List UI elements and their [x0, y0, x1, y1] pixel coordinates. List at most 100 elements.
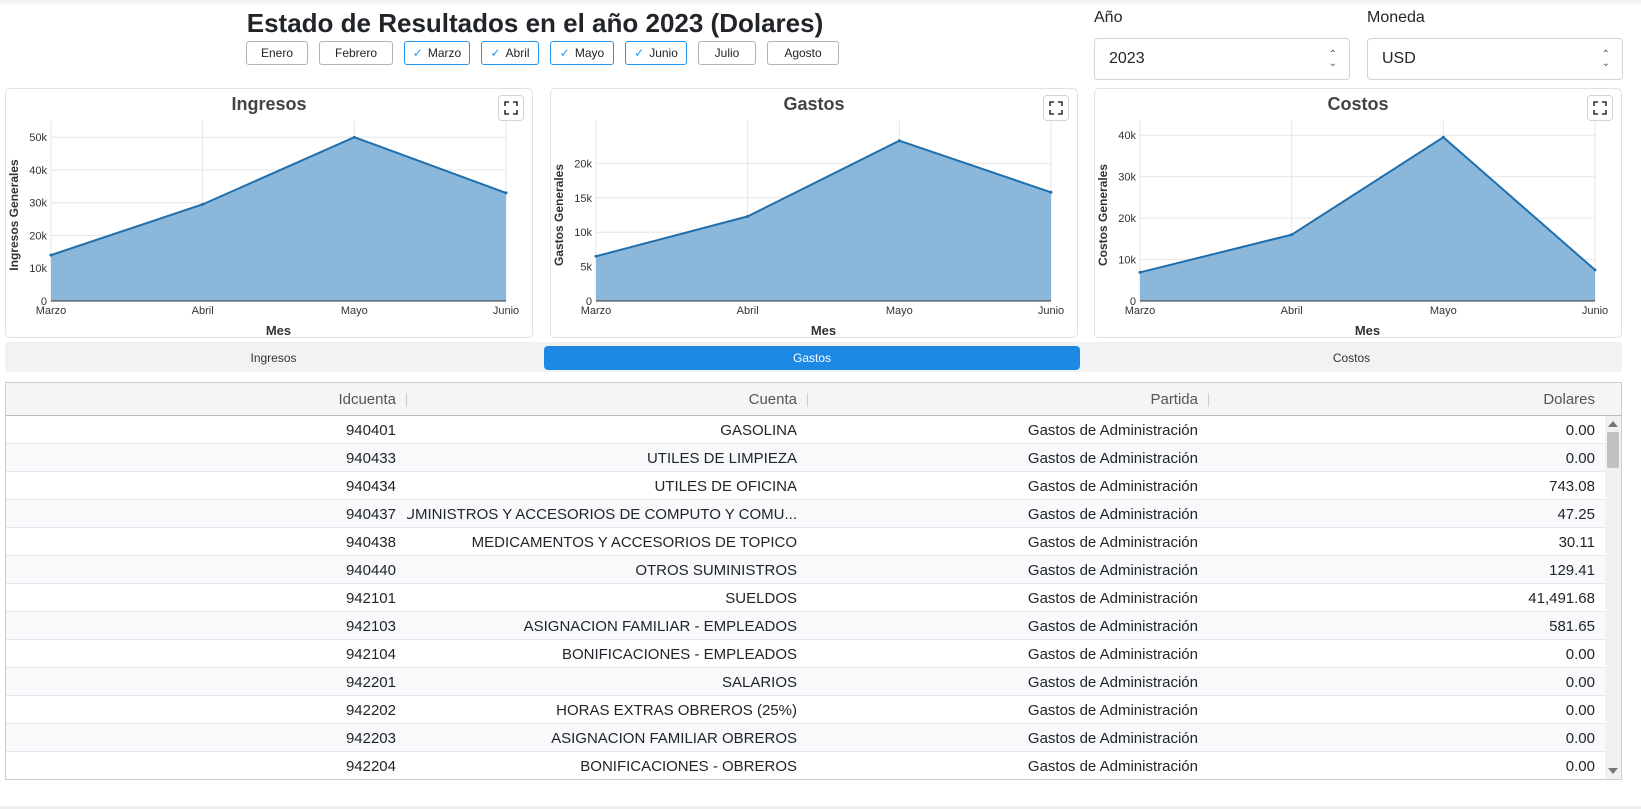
- table-row[interactable]: 942101 SUELDOS Gastos de Administración 41,…: [6, 584, 1606, 612]
- cell-partida: Gastos de Administración: [1027, 449, 1198, 467]
- cell-dolares: 581.65: [1549, 617, 1595, 635]
- grid-header: Idcuenta Cuenta Partida Dolares: [6, 383, 1621, 416]
- data-point: [1593, 268, 1597, 272]
- y-tick-label: 10k: [574, 227, 592, 239]
- cell-idcuenta: 940434: [345, 477, 396, 495]
- table-row[interactable]: 942204 BONIFICACIONES - OBREROS Gastos de …: [6, 752, 1606, 779]
- cell-partida: Gastos de Administración: [1027, 673, 1198, 691]
- tab-gastos[interactable]: Gastos: [544, 346, 1080, 370]
- x-tick-label: Marzo: [581, 305, 612, 317]
- month-toggle-junio[interactable]: ✓ Junio: [625, 41, 687, 65]
- cell-dolares: 743.08: [1549, 477, 1595, 495]
- table-row[interactable]: 942201 SALARIOS Gastos de Administración 0.…: [6, 668, 1606, 696]
- y-axis-title: Gastos Generales: [552, 164, 566, 266]
- cell-partida: Gastos de Administración: [1027, 505, 1198, 523]
- column-header-cuenta[interactable]: Cuenta: [407, 383, 807, 416]
- cell-cuenta: HORAS EXTRAS OBREROS (25%): [556, 701, 797, 719]
- month-toggle-febrero[interactable]: Febrero: [319, 41, 393, 65]
- table-row[interactable]: 940433 UTILES DE LIMPIEZA Gastos de Admini…: [6, 444, 1606, 472]
- y-tick-label: 40k: [1118, 130, 1136, 142]
- month-label: Agosto: [784, 46, 822, 60]
- month-label: Julio: [714, 46, 740, 60]
- table-row[interactable]: 942202 HORAS EXTRAS OBREROS (25%) Gastos d…: [6, 696, 1606, 724]
- column-header-dolares[interactable]: Dolares: [1209, 383, 1605, 416]
- x-tick-label: Abril: [192, 305, 214, 317]
- month-toggle-julio[interactable]: Julio: [698, 41, 756, 65]
- area-fill: [51, 137, 506, 301]
- cell-partida: Gastos de Administración: [1027, 533, 1198, 551]
- vertical-scrollbar[interactable]: [1605, 416, 1621, 779]
- x-tick-label: Abril: [1281, 305, 1303, 317]
- table-row[interactable]: 940438 MEDICAMENTOS Y ACCESORIOS DE TOPIC…: [6, 528, 1606, 556]
- tab-costos[interactable]: Costos: [1083, 346, 1620, 370]
- cell-idcuenta: 942201: [345, 673, 396, 691]
- y-tick-label: 50k: [29, 132, 47, 144]
- x-tick-label: Junio: [493, 305, 519, 317]
- table-row[interactable]: 942104 BONIFICACIONES - EMPLEADOS Gastos d…: [6, 640, 1606, 668]
- month-label: Abril: [505, 46, 530, 60]
- year-select[interactable]: 2023 ⌃ ⌄: [1094, 38, 1350, 80]
- table-row[interactable]: 940440 OTROS SUMINISTROS Gastos de Adminis…: [6, 556, 1606, 584]
- cell-partida: Gastos de Administración: [1027, 477, 1198, 495]
- cell-partida: Gastos de Administración: [1027, 589, 1198, 607]
- x-tick-label: Junio: [1582, 305, 1608, 317]
- data-point: [201, 202, 205, 206]
- month-label: Marzo: [427, 46, 462, 60]
- year-value: 2023: [1109, 50, 1145, 67]
- data-grid: Idcuenta Cuenta Partida Dolares 940401 GA…: [5, 382, 1622, 780]
- scroll-down-icon[interactable]: [1608, 768, 1618, 774]
- y-tick-label: 20k: [29, 230, 47, 242]
- chart-gastos: 05k10k15k20kMarzo Abril Mayo JunioMesGastos…: [552, 121, 1064, 338]
- month-toggle-marzo[interactable]: ✓ Marzo: [404, 41, 470, 65]
- table-row[interactable]: 942203 ASIGNACION FAMILIAR OBREROS Gastos …: [6, 724, 1606, 752]
- x-tick-label: Marzo: [1125, 305, 1156, 317]
- y-tick-label: 5k: [580, 262, 592, 274]
- data-point: [1441, 135, 1445, 139]
- cell-dolares: 0.00: [1565, 421, 1595, 439]
- data-point: [504, 191, 508, 195]
- table-row[interactable]: 942103 ASIGNACION FAMILIAR - EMPLEADOS Gas…: [6, 612, 1606, 640]
- scroll-up-icon[interactable]: [1608, 421, 1618, 427]
- y-tick-label: 20k: [574, 158, 592, 170]
- select-arrows-icon: ⌃ ⌄: [1601, 49, 1610, 69]
- cell-cuenta: ASIGNACION FAMILIAR OBREROS: [551, 729, 797, 747]
- cell-partida: Gastos de Administración: [1027, 645, 1198, 663]
- cell-cuenta: ASIGNACION FAMILIAR - EMPLEADOS: [523, 617, 797, 635]
- table-row[interactable]: 940401 GASOLINA Gastos de Administración 0.…: [6, 416, 1606, 444]
- table-row[interactable]: 940434 UTILES DE OFICINA Gastos de Adminis…: [6, 472, 1606, 500]
- chart-card-costos: Costos 0 10k 20k 30k 40k Marzo Abril Mayo Junio M…: [1094, 88, 1622, 338]
- month-label: Febrero: [334, 46, 378, 60]
- cell-dolares: 30.11: [1558, 533, 1595, 551]
- cell-dolares: 0.00: [1565, 729, 1595, 747]
- year-label: Año: [1094, 9, 1123, 26]
- check-icon: ✓: [490, 46, 501, 60]
- y-tick-label: 30k: [29, 198, 47, 210]
- cell-cuenta: OTROS SUMINISTROS: [635, 561, 797, 579]
- cell-cuenta: SUELDOS: [725, 589, 797, 607]
- table-row[interactable]: 940437 SUMINISTROS Y ACCESORIOS DE COMPUT…: [6, 500, 1606, 528]
- cell-partida: Gastos de Administración: [1027, 757, 1198, 775]
- column-header-partida[interactable]: Partida: [808, 383, 1208, 416]
- cell-partida: Gastos de Administración: [1027, 617, 1198, 635]
- x-tick-label: Marzo: [36, 305, 67, 317]
- month-label: Junio: [649, 46, 678, 60]
- month-label: Enero: [260, 46, 294, 60]
- check-icon: ✓: [412, 46, 423, 60]
- data-point: [1138, 270, 1142, 274]
- cell-idcuenta: 940438: [345, 533, 396, 551]
- month-filter: Enero Febrero ✓ Marzo ✓ Abril ✓ Mayo ✓ Junio Julio…: [246, 41, 850, 65]
- cell-cuenta: GASOLINA: [720, 421, 797, 439]
- tab-ingresos[interactable]: Ingresos: [5, 346, 542, 370]
- x-axis-title: Mes: [811, 323, 836, 338]
- cell-idcuenta: 940440: [345, 561, 396, 579]
- currency-select[interactable]: USD ⌃ ⌄: [1367, 38, 1623, 80]
- month-toggle-agosto[interactable]: Agosto: [767, 41, 839, 65]
- month-toggle-mayo[interactable]: ✓ Mayo: [550, 41, 614, 65]
- column-header-idcuenta[interactable]: Idcuenta: [6, 383, 406, 416]
- data-point: [49, 253, 53, 257]
- area-fill: [596, 140, 1051, 301]
- cell-idcuenta: 940401: [345, 421, 396, 439]
- month-toggle-abril[interactable]: ✓ Abril: [481, 41, 539, 65]
- scroll-thumb[interactable]: [1607, 432, 1619, 468]
- month-toggle-enero[interactable]: Enero: [246, 41, 308, 65]
